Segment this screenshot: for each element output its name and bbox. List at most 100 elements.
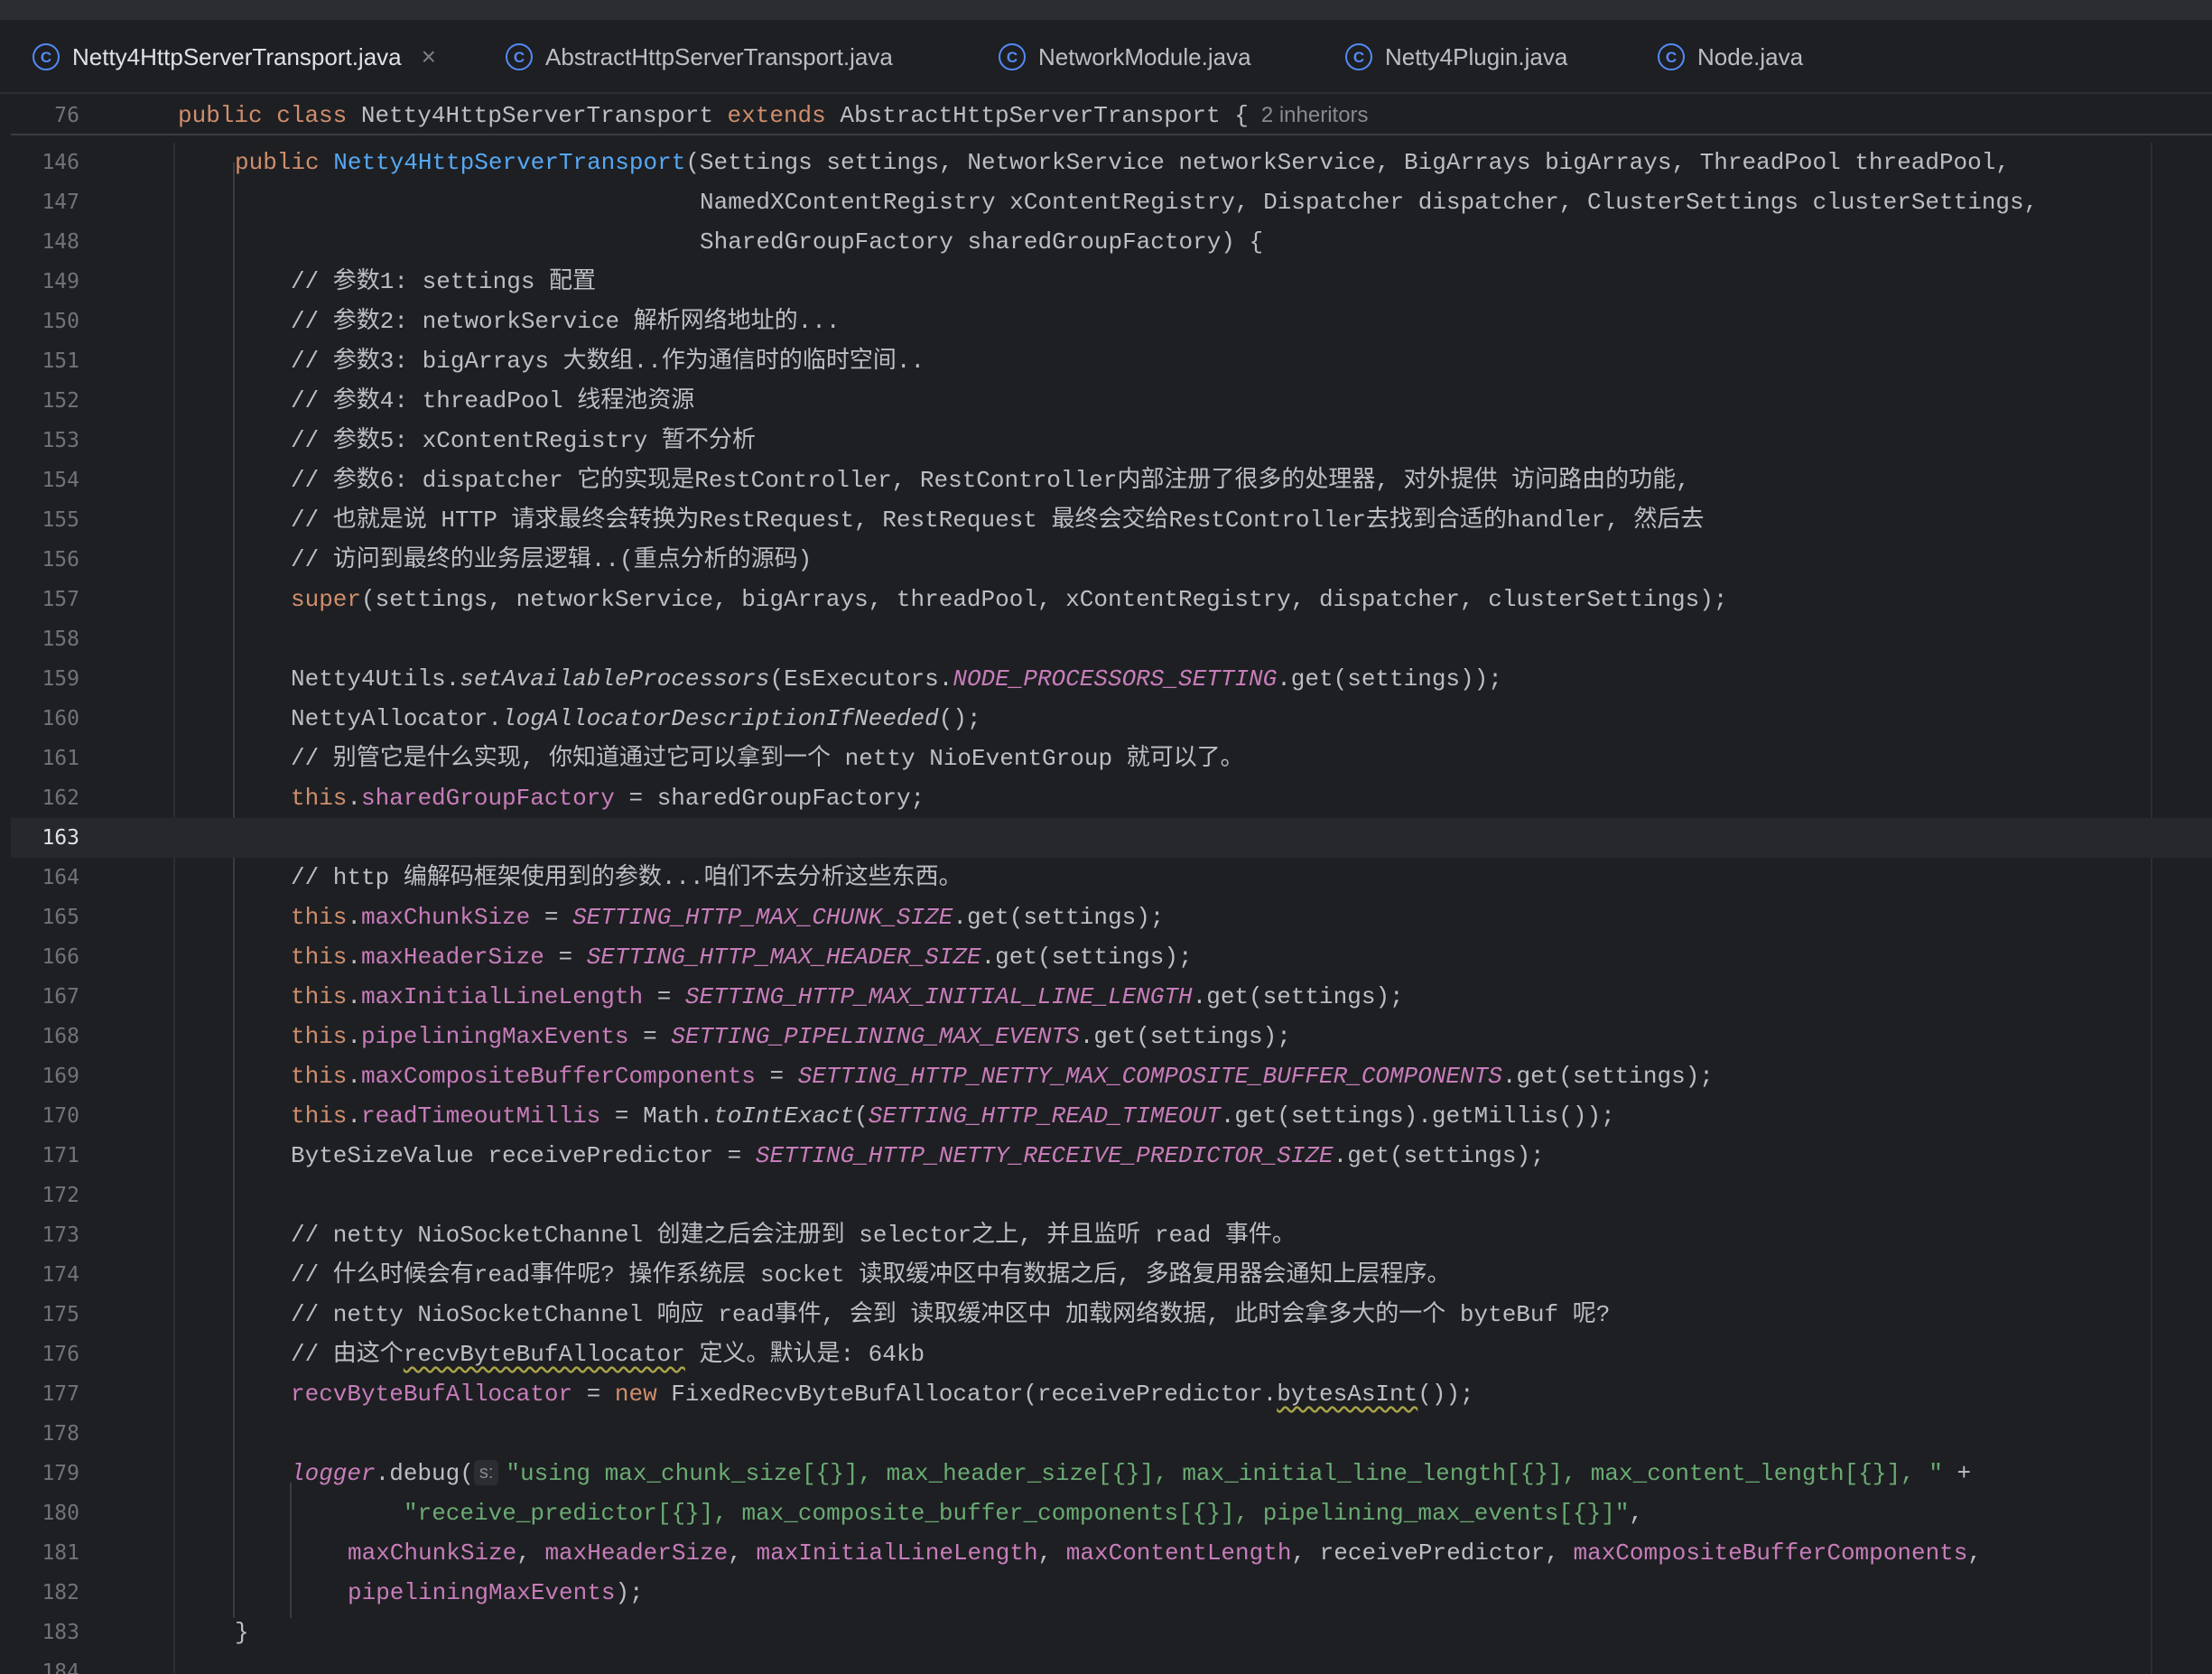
- tab-label: Node.java: [1697, 42, 1804, 70]
- code-text: .get(settings);: [1192, 983, 1404, 1010]
- line-number: 164: [42, 866, 79, 889]
- line-number: 161: [42, 747, 79, 770]
- code-text: .get(settings).getMillis());: [1220, 1102, 1615, 1130]
- line-number: 182: [42, 1581, 79, 1604]
- code-line[interactable]: 171 ByteSizeValue receivePredictor = SET…: [11, 1136, 2212, 1176]
- code-line[interactable]: 177 recvByteBufAllocator = new FixedRecv…: [11, 1374, 2212, 1414]
- class-icon: C: [33, 43, 60, 70]
- editor-tab-bar: C Netty4HttpServerTransport.java × C Abs…: [0, 20, 2212, 112]
- code-line[interactable]: 148 SharedGroupFactory sharedGroupFactor…: [11, 222, 2212, 262]
- code-line[interactable]: 161 // 别管它是什么实现, 你知道通过它可以拿到一个 netty NioE…: [11, 739, 2212, 778]
- line-number: 173: [42, 1223, 79, 1247]
- typo-warning[interactable]: recvByteBufAllocator: [404, 1341, 685, 1368]
- code-line[interactable]: 168 this.pipeliningMaxEvents = SETTING_P…: [11, 1017, 2212, 1056]
- line-code: super(settings, networkService, bigArray…: [291, 580, 1727, 619]
- code-line[interactable]: 179 logger.debug(s: "using max_chunk_size…: [11, 1454, 2212, 1493]
- code-editor[interactable]: 146 public Netty4HttpServerTransport(Set…: [11, 143, 2212, 1674]
- code-line[interactable]: 180 "receive_predictor[{}], max_composit…: [11, 1493, 2212, 1533]
- code-line[interactable]: 158: [11, 619, 2212, 659]
- static-method: logAllocatorDescriptionIfNeeded: [502, 705, 939, 732]
- code-line[interactable]: 176 // 由这个recvByteBufAllocator 定义。默认是: 6…: [11, 1335, 2212, 1374]
- static-method: setAvailableProcessors: [460, 665, 770, 693]
- close-icon[interactable]: ×: [422, 42, 436, 71]
- code-line[interactable]: 146 public Netty4HttpServerTransport(Set…: [11, 143, 2212, 182]
- code-text: NettyAllocator.: [291, 705, 503, 732]
- code-line[interactable]: 152 // 参数4: threadPool 线程池资源: [11, 381, 2212, 421]
- keyword: this: [291, 944, 348, 971]
- line-number: 153: [42, 429, 79, 452]
- line-number: 158: [42, 628, 79, 651]
- code-line[interactable]: 172: [11, 1176, 2212, 1215]
- keyword: super: [291, 586, 362, 613]
- tab-networkmodule[interactable]: C NetworkModule.java: [999, 20, 1251, 94]
- line-number: 156: [42, 548, 79, 572]
- code-line[interactable]: 156 // 访问到最终的业务层逻辑..(重点分析的源码): [11, 540, 2212, 580]
- code-text: (: [854, 1102, 869, 1130]
- code-text: (settings, networkService, bigArrays, th…: [361, 586, 1728, 613]
- tab-label: Netty4Plugin.java: [1385, 42, 1568, 70]
- code-line[interactable]: 169 this.maxCompositeBufferComponents = …: [11, 1056, 2212, 1096]
- keyword: extends: [727, 102, 826, 129]
- code-line[interactable]: 151 // 参数3: bigArrays 大数组..作为通信时的临时空间..: [11, 341, 2212, 381]
- line-number: 171: [42, 1144, 79, 1167]
- line-number: 168: [42, 1025, 79, 1048]
- code-line[interactable]: 153 // 参数5: xContentRegistry 暂不分析: [11, 421, 2212, 460]
- code-text: .: [347, 1102, 362, 1130]
- inheritors-hint[interactable]: 2 inheritors: [1261, 103, 1369, 127]
- field: sharedGroupFactory: [361, 785, 615, 812]
- code-text: ());: [1417, 1381, 1474, 1408]
- keyword: public: [235, 149, 320, 176]
- code-line[interactable]: 167 this.maxInitialLineLength = SETTING_…: [11, 977, 2212, 1017]
- field: maxHeaderSize: [361, 944, 544, 971]
- code-line[interactable]: 149 // 参数1: settings 配置: [11, 262, 2212, 302]
- tab-abstracthttpservertransport[interactable]: C AbstractHttpServerTransport.java: [506, 20, 893, 94]
- line-number: 160: [42, 707, 79, 730]
- code-line[interactable]: 160 NettyAllocator.logAllocatorDescripti…: [11, 699, 2212, 739]
- tab-netty4plugin[interactable]: C Netty4Plugin.java: [1345, 20, 1567, 94]
- code-line[interactable]: 166 this.maxHeaderSize = SETTING_HTTP_MA…: [11, 937, 2212, 977]
- code-line[interactable]: 181 maxChunkSize, maxHeaderSize, maxInit…: [11, 1533, 2212, 1573]
- line-number: 184: [42, 1660, 79, 1674]
- comment-text: // 由这个: [291, 1341, 404, 1368]
- line-number: 166: [42, 945, 79, 969]
- line-number: 157: [42, 588, 79, 611]
- comment: // http 编解码框架使用到的参数...咱们不去分析这些东西。: [291, 864, 962, 891]
- line-number: 148: [42, 230, 79, 254]
- class-icon: C: [506, 43, 533, 70]
- static-field: NODE_PROCESSORS_SETTING: [953, 665, 1278, 693]
- sticky-class-header[interactable]: 76 public class Netty4HttpServerTranspor…: [11, 96, 2212, 135]
- code-line[interactable]: 165 this.maxChunkSize = SETTING_HTTP_MAX…: [11, 897, 2212, 937]
- tab-netty4httpservertransport[interactable]: C Netty4HttpServerTransport.java ×: [33, 20, 436, 94]
- line-number: 155: [42, 508, 79, 532]
- code-line[interactable]: 183 }: [11, 1613, 2212, 1652]
- code-line[interactable]: 174 // 什么时候会有read事件呢? 操作系统层 socket 读取缓冲区…: [11, 1255, 2212, 1295]
- static-field: SETTING_HTTP_MAX_INITIAL_LINE_LENGTH: [684, 983, 1193, 1010]
- tab-node[interactable]: C Node.java: [1658, 20, 1803, 94]
- line-code: "receive_predictor[{}], max_composite_bu…: [404, 1493, 1643, 1533]
- static-field: SETTING_HTTP_NETTY_MAX_COMPOSITE_BUFFER_…: [797, 1063, 1502, 1090]
- code-line-current[interactable]: 163: [11, 818, 2212, 858]
- code-line[interactable]: 154 // 参数6: dispatcher 它的实现是RestControll…: [11, 460, 2212, 500]
- code-line[interactable]: 162 this.sharedGroupFactory = sharedGrou…: [11, 778, 2212, 818]
- code-line[interactable]: 178: [11, 1414, 2212, 1454]
- comment: // 参数2: networkService 解析网络地址的...: [291, 308, 841, 335]
- field: maxHeaderSize: [544, 1539, 729, 1567]
- method-warning[interactable]: bytesAsInt: [1277, 1381, 1417, 1408]
- code-text: (Settings settings, NetworkService netwo…: [685, 149, 2010, 176]
- code-line[interactable]: 173 // netty NioSocketChannel 创建之后会注册到 s…: [11, 1215, 2212, 1255]
- code-line[interactable]: 175 // netty NioSocketChannel 响应 read事件,…: [11, 1295, 2212, 1335]
- code-line[interactable]: 147 NamedXContentRegistry xContentRegist…: [11, 182, 2212, 222]
- code-line[interactable]: 159 Netty4Utils.setAvailableProcessors(E…: [11, 659, 2212, 699]
- code-line[interactable]: 155 // 也就是说 HTTP 请求最终会转换为RestRequest, Re…: [11, 500, 2212, 540]
- keyword: this: [291, 1102, 348, 1130]
- code-text: .get(settings));: [1277, 665, 1502, 693]
- code-line[interactable]: 182 pipeliningMaxEvents);: [11, 1573, 2212, 1613]
- code-line[interactable]: 184: [11, 1652, 2212, 1674]
- comment-text: 定义。默认是: 64kb: [684, 1341, 925, 1368]
- code-line[interactable]: 170 this.readTimeoutMillis = Math.toIntE…: [11, 1096, 2212, 1136]
- comment: // 别管它是什么实现, 你知道通过它可以拿到一个 netty NioEvent…: [291, 745, 1244, 772]
- field: maxChunkSize: [348, 1539, 517, 1567]
- code-line[interactable]: 157 super(settings, networkService, bigA…: [11, 580, 2212, 619]
- code-line[interactable]: 164 // http 编解码框架使用到的参数...咱们不去分析这些东西。: [11, 858, 2212, 897]
- code-line[interactable]: 150 // 参数2: networkService 解析网络地址的...: [11, 302, 2212, 341]
